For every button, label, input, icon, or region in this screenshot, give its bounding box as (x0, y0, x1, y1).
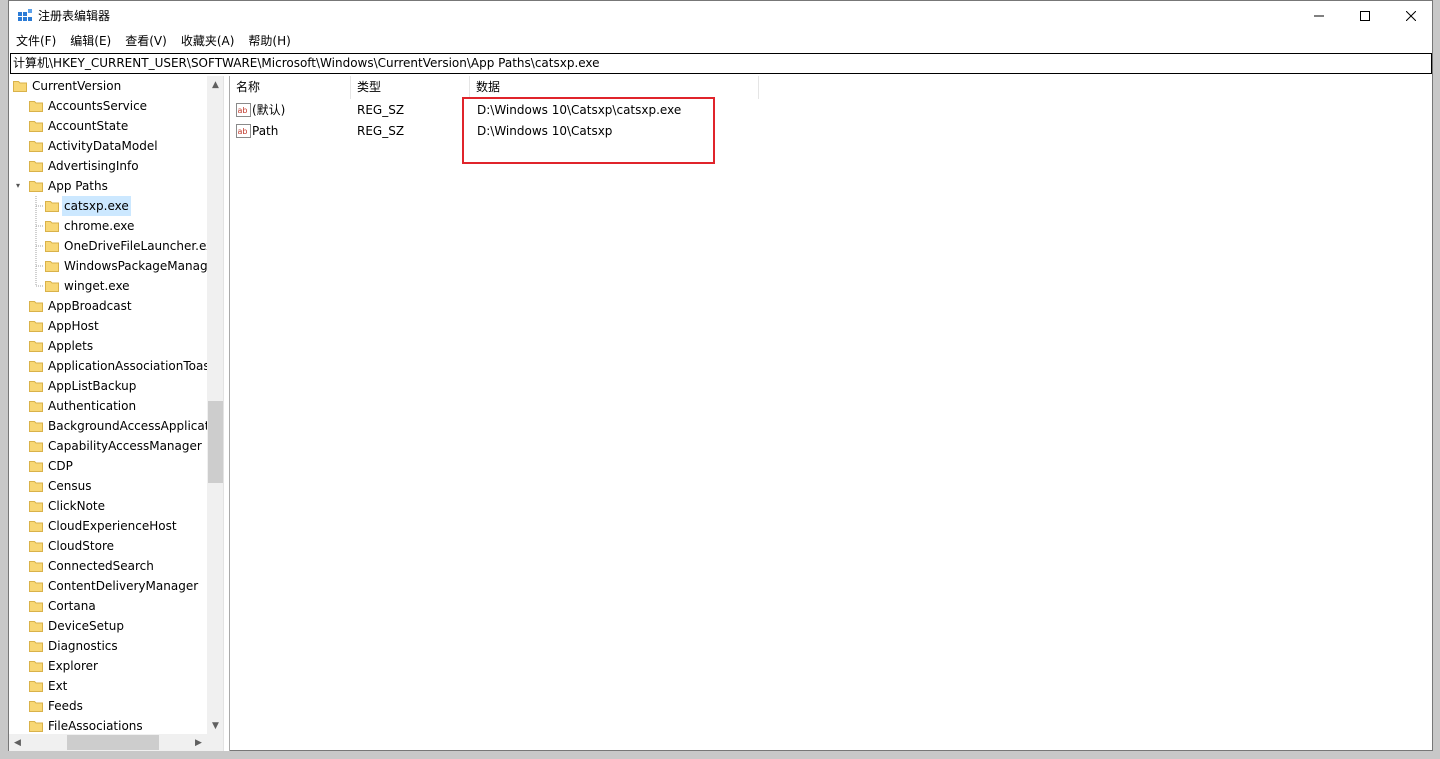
tree-item-label: Authentication (48, 399, 137, 413)
close-button[interactable] (1388, 1, 1434, 31)
tree-item[interactable]: WindowsPackageManager (45, 256, 207, 276)
tree-item-label: ClickNote (48, 499, 105, 513)
tree-item[interactable]: chrome.exe (45, 216, 136, 236)
tree-item-label: Applets (48, 339, 94, 353)
menu-help[interactable]: 帮助(H) (241, 31, 297, 51)
menu-file[interactable]: 文件(F) (9, 31, 63, 51)
menu-favorites[interactable]: 收藏夹(A) (174, 31, 242, 51)
key-tree-pane: CurrentVersion AccountsService AccountStat… (9, 76, 224, 751)
column-header-type[interactable]: 类型 (351, 76, 470, 99)
value-name: (默认) (252, 103, 286, 117)
tree-item-label: Ext (48, 679, 68, 693)
value-name: Path (252, 124, 279, 138)
tree-item-label: catsxp.exe (62, 196, 131, 216)
registry-editor-icon (18, 9, 32, 21)
tree-item-label: AppBroadcast (48, 299, 132, 313)
scroll-left-icon[interactable]: ◀ (9, 734, 26, 751)
tree-item[interactable]: CloudExperienceHost (29, 516, 179, 536)
tree-item-label: WindowsPackageManager (64, 259, 207, 273)
tree-item-label: ApplicationAssociationToasts (48, 359, 207, 373)
scrollbar-corner (207, 734, 223, 751)
tree-item-label: Explorer (48, 659, 98, 673)
column-header-name[interactable]: 名称 (230, 76, 351, 99)
scroll-up-icon[interactable]: ▲ (207, 76, 223, 93)
value-type: REG_SZ (357, 103, 405, 117)
values-list-pane: 名称 类型 数据 ab (默认) REG_SZ D:\Windows 10\Ca… (229, 76, 1433, 751)
value-type: REG_SZ (357, 124, 405, 138)
tree-item[interactable]: ContentDeliveryManager (29, 576, 200, 596)
tree-item-label: AccountState (48, 119, 129, 133)
tree-item-label: AccountsService (48, 99, 148, 113)
tree-item-label: FileAssociations (48, 719, 143, 733)
tree-item[interactable]: OneDriveFileLauncher.exe (45, 236, 207, 256)
menu-edit[interactable]: 编辑(E) (63, 31, 118, 51)
svg-text:ab: ab (238, 127, 248, 136)
maximize-button[interactable] (1342, 1, 1388, 31)
address-bar[interactable]: 计算机\HKEY_CURRENT_USER\SOFTWARE\Microsoft… (10, 53, 1432, 74)
tree-item-label: CloudExperienceHost (48, 519, 177, 533)
values-list-header: 名称 类型 数据 (230, 76, 1433, 99)
tree-item-label: CapabilityAccessManager (48, 439, 202, 453)
tree-item[interactable]: winget.exe (45, 276, 132, 296)
tree-item-label: AdvertisingInfo (48, 159, 139, 173)
scroll-down-icon[interactable]: ▼ (207, 717, 223, 734)
window-title: 注册表编辑器 (38, 9, 111, 23)
tree-item-label: ConnectedSearch (48, 559, 154, 573)
maximize-icon (1360, 11, 1370, 21)
tree-item-label: Feeds (48, 699, 83, 713)
tree-item[interactable]: CapabilityAccessManager (29, 436, 204, 456)
tree-item-label: AppHost (48, 319, 99, 333)
minimize-button[interactable] (1296, 1, 1342, 31)
tree-item-label: App Paths (48, 179, 108, 193)
string-value-icon: ab (236, 103, 251, 117)
tree-item-label: ActivityDataModel (48, 139, 158, 153)
tree-connector-lines (35, 196, 44, 287)
tree-item-label: chrome.exe (64, 219, 135, 233)
column-header-data[interactable]: 数据 (470, 76, 759, 99)
tree-item-label: CloudStore (48, 539, 114, 553)
tree-item[interactable]: ApplicationAssociationToasts (29, 356, 207, 376)
highlight-annotation-box (462, 97, 715, 164)
string-value-icon: ab (236, 124, 251, 138)
tree-vscroll-thumb[interactable] (208, 401, 223, 483)
minimize-icon (1314, 15, 1324, 17)
svg-text:ab: ab (238, 106, 248, 115)
tree-item-label: AppListBackup (48, 379, 137, 393)
key-tree: CurrentVersion AccountsService AccountStat… (9, 76, 207, 734)
close-icon (1406, 11, 1416, 21)
tree-item-label: DeviceSetup (48, 619, 124, 633)
tree-item-label: Cortana (48, 599, 96, 613)
menu-view[interactable]: 查看(V) (118, 31, 174, 51)
registry-editor-window: 注册表编辑器 文件(F) 编辑(E) 查看(V) 收藏夹(A) 帮助(H) 计算… (8, 0, 1433, 751)
tree-item-label: BackgroundAccessApplications (48, 419, 207, 433)
scroll-right-icon[interactable]: ▶ (190, 734, 207, 751)
tree-item-label: ContentDeliveryManager (48, 579, 199, 593)
tree-item-label: CDP (48, 459, 73, 473)
menu-bar: 文件(F) 编辑(E) 查看(V) 收藏夹(A) 帮助(H) (9, 31, 1432, 51)
tree-item[interactable]: BackgroundAccessApplications (29, 416, 207, 436)
tree-vertical-scrollbar[interactable]: ▲ ▼ (207, 76, 223, 734)
tree-item-label: Diagnostics (48, 639, 118, 653)
title-bar[interactable]: 注册表编辑器 (9, 1, 1432, 31)
tree-item-label: Census (48, 479, 92, 493)
tree-item-label: OneDriveFileLauncher.exe (64, 239, 207, 253)
tree-horizontal-scrollbar[interactable]: ◀ ▶ (9, 734, 207, 751)
tree-item[interactable]: catsxp.exe (45, 196, 131, 216)
tree-item-label: winget.exe (64, 279, 130, 293)
tree-hscroll-thumb[interactable] (67, 735, 159, 750)
